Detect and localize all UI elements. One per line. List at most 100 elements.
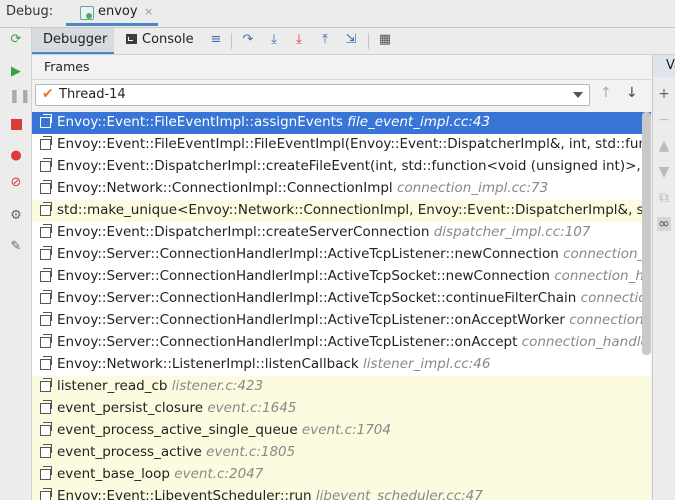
stack-frame-icon <box>40 158 52 172</box>
next-frame-icon[interactable]: ↓ <box>626 85 638 101</box>
frame-method: Envoy::Event::LibeventScheduler::run <box>57 488 312 500</box>
frame-file: connection_handler_impl.cc <box>521 334 651 350</box>
tab-console[interactable]: Console <box>126 32 194 47</box>
stack-frame-icon <box>40 400 52 414</box>
frame-label: event_process_active event.c:1805 <box>57 444 295 460</box>
frame-row[interactable]: Envoy::Event::FileEventImpl::FileEventIm… <box>32 134 651 156</box>
stack-frame-icon <box>40 202 52 216</box>
frame-row[interactable]: event_process_active_single_queue event.… <box>32 420 651 442</box>
frame-file: dispatcher_impl.cc:107 <box>433 224 591 240</box>
frame-row[interactable]: event_process_active event.c:1805 <box>32 442 651 464</box>
step-into-icon[interactable]: ⤓ <box>266 32 282 48</box>
frame-method: Envoy::Server::ConnectionHandlerImpl::Ac… <box>57 334 518 350</box>
remove-watch-icon[interactable]: − <box>657 113 671 127</box>
move-down-icon[interactable]: ▼ <box>657 165 671 179</box>
tab-console-label: Console <box>142 32 194 47</box>
frame-file: libevent_scheduler.cc:47 <box>315 488 483 500</box>
frame-method: Envoy::Network::ListenerImpl::listenCall… <box>57 356 359 372</box>
frame-file: connection_handler_impl.cc <box>569 312 651 328</box>
run-to-cursor-icon[interactable]: ⇲ <box>343 32 359 48</box>
chevron-down-icon[interactable] <box>573 92 583 98</box>
frame-row[interactable]: Envoy::Network::ConnectionImpl::Connecti… <box>32 178 651 200</box>
frames-scrollbar[interactable] <box>642 112 651 355</box>
duplicate-icon[interactable]: ⧉ <box>657 191 671 205</box>
frame-label: Envoy::Network::ListenerImpl::listenCall… <box>57 356 490 372</box>
evaluate-expression-icon[interactable]: ▦ <box>377 32 393 48</box>
console-icon <box>126 34 137 44</box>
force-step-into-icon[interactable]: ⤓ <box>291 32 307 48</box>
frame-row[interactable]: Envoy::Event::DispatcherImpl::createFile… <box>32 156 651 178</box>
stack-frame-icon <box>40 268 52 282</box>
frame-label: listener_read_cb listener.c:423 <box>57 378 263 394</box>
thread-name: Thread-14 <box>59 87 126 102</box>
frame-row[interactable]: Envoy::Server::ConnectionHandlerImpl::Ac… <box>32 310 651 332</box>
frame-row[interactable]: Envoy::Event::LibeventScheduler::run lib… <box>32 486 651 500</box>
debug-label: Debug: <box>6 4 54 19</box>
add-watch-icon[interactable]: + <box>657 87 671 101</box>
stack-frame-icon <box>40 466 52 480</box>
frame-method: Envoy::Server::ConnectionHandlerImpl::Ac… <box>57 246 559 262</box>
debugger-toolbar: Debugger Console ≡ ↷ ⤓ ⤓ ⤒ ⇲ ▦ <box>32 28 675 55</box>
frame-method: Envoy::Event::FileEventImpl::FileEventIm… <box>57 136 651 152</box>
tab-debugger[interactable]: Debugger <box>32 28 114 54</box>
step-over-icon[interactable]: ↷ <box>240 32 256 48</box>
frame-file: connection_handler_impl.cc <box>563 246 651 262</box>
thread-suspended-icon: ✔ <box>42 86 54 102</box>
run-config-icon <box>80 6 94 20</box>
rerun-icon[interactable]: ⟳ <box>9 33 23 47</box>
pause-icon[interactable]: ❚❚ <box>9 90 31 104</box>
show-execution-point-icon[interactable]: ≡ <box>208 32 224 48</box>
frame-row[interactable]: Envoy::Event::DispatcherImpl::createServ… <box>32 222 651 244</box>
frame-method: Envoy::Event::DispatcherImpl::createFile… <box>57 158 651 174</box>
frames-list: Envoy::Event::FileEventImpl::assignEvent… <box>32 112 651 500</box>
frame-row[interactable]: event_persist_closure event.c:1645 <box>32 398 651 420</box>
stack-frame-icon <box>40 312 52 326</box>
frame-row[interactable]: Envoy::Server::ConnectionHandlerImpl::Ac… <box>32 266 651 288</box>
thread-selector[interactable]: ✔ Thread-14 <box>35 84 590 106</box>
close-icon[interactable]: × <box>144 5 153 18</box>
previous-frame-icon[interactable]: ↑ <box>600 85 612 101</box>
frame-row[interactable]: Envoy::Server::ConnectionHandlerImpl::Ac… <box>32 288 651 310</box>
debug-actions-gutter: ⟳ ▶ ❚❚ ● ⊘ ⚙ ✎ <box>0 28 32 500</box>
settings-icon[interactable]: ⚙ <box>9 209 23 223</box>
stack-frame-icon <box>40 356 52 370</box>
frame-row[interactable]: event_base_loop event.c:2047 <box>32 464 651 486</box>
tab-envoy[interactable]: envoy × <box>66 0 158 26</box>
frame-label: Envoy::Event::FileEventImpl::assignEvent… <box>57 114 490 130</box>
frame-row[interactable]: Envoy::Network::ListenerImpl::listenCall… <box>32 354 651 376</box>
frame-file: connection_handler_impl.cc <box>554 268 651 284</box>
stack-frame-icon <box>40 290 52 304</box>
frame-method: Envoy::Server::ConnectionHandlerImpl::Ac… <box>57 268 550 284</box>
frame-row[interactable]: listener_read_cb listener.c:423 <box>32 376 651 398</box>
frame-row[interactable]: Envoy::Server::ConnectionHandlerImpl::Ac… <box>32 244 651 266</box>
frame-row[interactable]: Envoy::Event::FileEventImpl::assignEvent… <box>32 112 651 134</box>
frame-file: file_event_impl.cc:43 <box>347 114 491 130</box>
stack-frame-icon <box>40 422 52 436</box>
variables-tab[interactable]: Va <box>653 55 675 77</box>
stop-icon[interactable] <box>9 118 23 132</box>
view-breakpoints-icon[interactable]: ● <box>9 149 23 163</box>
stack-frame-icon <box>40 334 52 348</box>
show-watches-icon[interactable]: ∞ <box>657 217 671 231</box>
frame-label: Envoy::Event::DispatcherImpl::createFile… <box>57 158 651 174</box>
frame-file: connection_impl.cc:73 <box>396 180 549 196</box>
resume-icon[interactable]: ▶ <box>9 65 23 79</box>
mute-breakpoints-icon[interactable]: ⊘ <box>9 176 23 190</box>
pin-tab-icon[interactable]: ✎ <box>9 240 23 254</box>
stack-frame-icon <box>40 136 52 150</box>
tab-envoy-label: envoy <box>98 4 138 19</box>
frames-title: Frames <box>44 59 90 74</box>
frame-row[interactable]: std::make_unique<Envoy::Network::Connect… <box>32 200 651 222</box>
move-up-icon[interactable]: ▲ <box>657 139 671 153</box>
stack-frame-icon <box>40 246 52 260</box>
frame-file: event.c:1805 <box>206 444 296 460</box>
tab-debugger-label: Debugger <box>43 32 108 47</box>
frame-method: event_process_active_single_queue <box>57 422 298 438</box>
frame-method: Envoy::Network::ConnectionImpl::Connecti… <box>57 180 393 196</box>
step-out-icon[interactable]: ⤒ <box>317 32 333 48</box>
frame-row[interactable]: Envoy::Server::ConnectionHandlerImpl::Ac… <box>32 332 651 354</box>
stack-frame-icon <box>40 224 52 238</box>
frame-label: Envoy::Event::DispatcherImpl::createServ… <box>57 224 590 240</box>
frame-label: Envoy::Server::ConnectionHandlerImpl::Ac… <box>57 268 651 284</box>
frame-method: Envoy::Server::ConnectionHandlerImpl::Ac… <box>57 290 577 306</box>
